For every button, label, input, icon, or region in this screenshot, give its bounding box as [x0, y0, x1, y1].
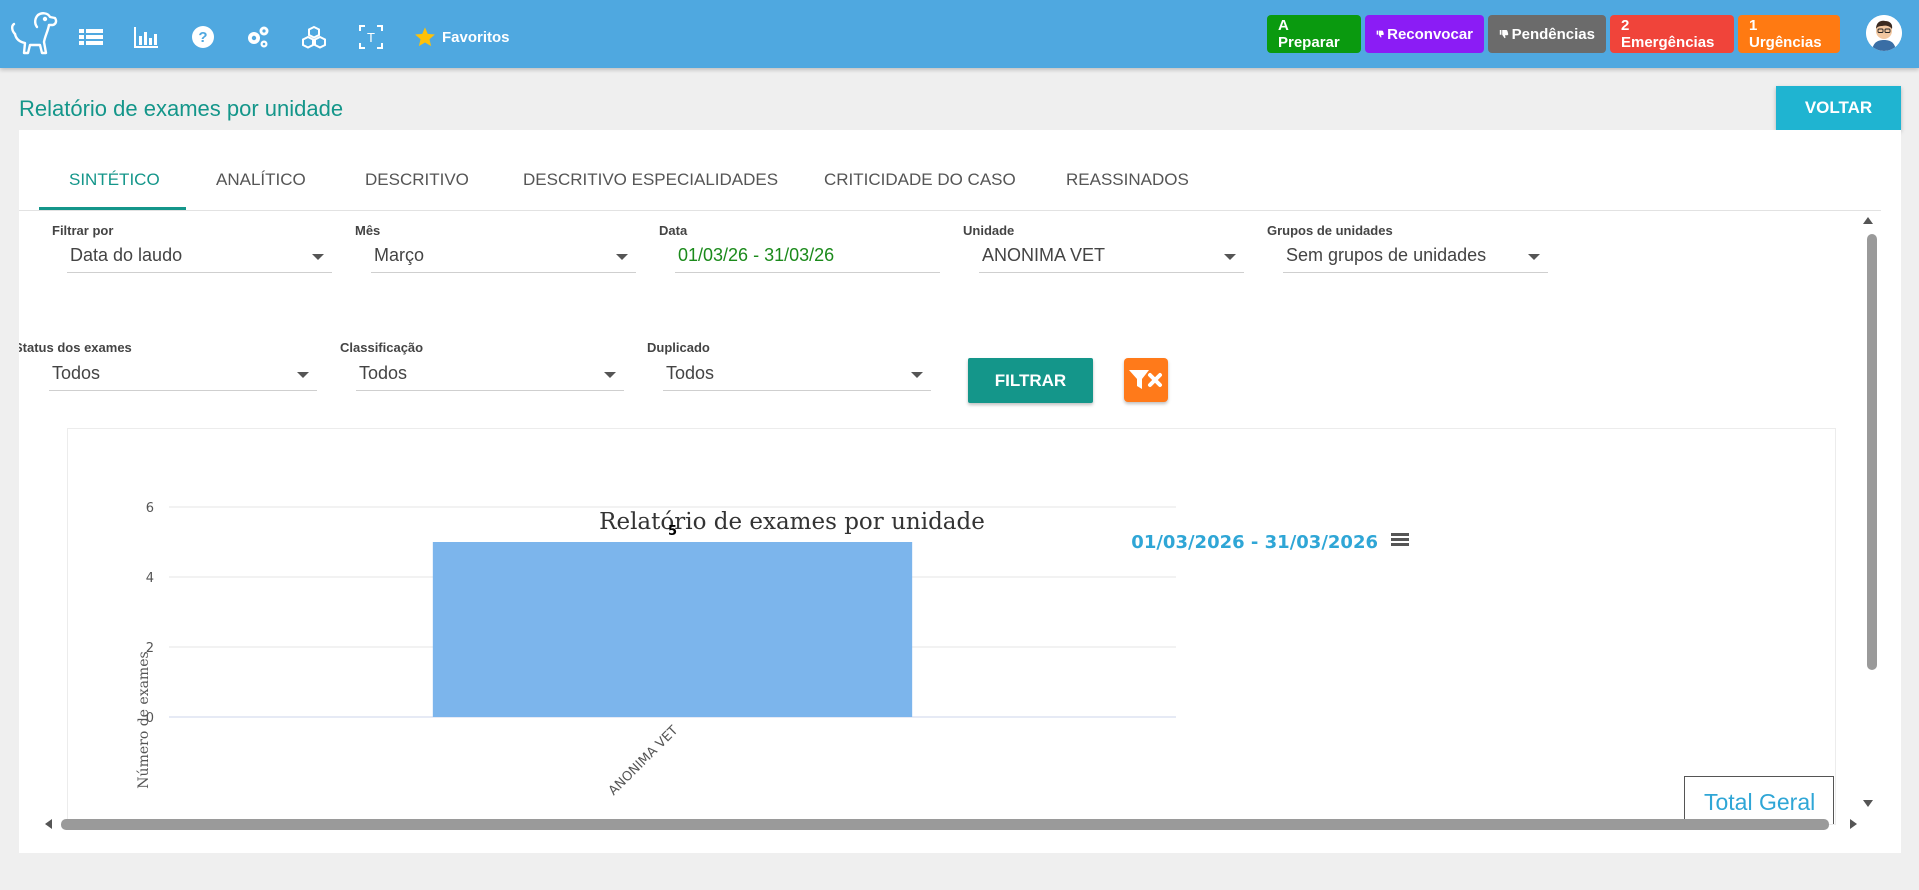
tab-sintetico[interactable]: SINTÉTICO [69, 170, 160, 190]
cubes-icon[interactable] [301, 24, 327, 50]
user-avatar[interactable] [1866, 15, 1902, 51]
unit-label: Unidade [963, 223, 1015, 238]
chevron-down-icon [297, 372, 309, 378]
dog-logo-icon[interactable] [8, 9, 60, 59]
text-frame-icon[interactable]: T [358, 24, 384, 50]
thumbs-down-icon [1376, 30, 1384, 38]
x-tick-label: ANONIMA VET [606, 723, 681, 798]
month-select[interactable]: Março [371, 243, 636, 273]
tab-analitico[interactable]: ANALÍTICO [216, 170, 306, 190]
bar-chart-icon[interactable] [133, 24, 159, 50]
duplicate-select[interactable]: Todos [663, 361, 931, 391]
filter-by-select[interactable]: Data do laudo [67, 243, 332, 273]
bar-data-label: 5 [668, 524, 677, 539]
y-tick-label: 6 [146, 501, 154, 516]
tab-bar: SINTÉTICO ANALÍTICO DESCRITIVO DESCRITIV… [19, 130, 1881, 211]
scroll-down-arrow[interactable] [1862, 799, 1874, 809]
menu-icon [1391, 533, 1409, 536]
tab-reassinados[interactable]: REASSINADOS [1066, 170, 1189, 190]
gears-icon[interactable] [245, 24, 271, 50]
status-label-clip: Status dos exames [19, 340, 179, 360]
tab-descritivo[interactable]: DESCRITIVO [365, 170, 469, 190]
chevron-down-icon [1224, 254, 1236, 260]
exam-status-select[interactable]: Todos [49, 361, 317, 391]
report-card: SINTÉTICO ANALÍTICO DESCRITIVO DESCRITIV… [19, 130, 1901, 853]
unit-groups-label: Grupos de unidades [1267, 223, 1393, 238]
chevron-down-icon [1528, 254, 1540, 260]
active-tab-indicator [39, 207, 186, 210]
thumbs-down-icon [1499, 29, 1509, 39]
chevron-down-icon [604, 372, 616, 378]
chart-title: Relatório de exames por unidade [599, 509, 985, 535]
scroll-up-arrow[interactable] [1862, 215, 1874, 225]
svg-text:T: T [367, 30, 375, 45]
scroll-right-arrow[interactable] [1849, 818, 1859, 830]
select-value: Sem grupos de unidades [1286, 245, 1487, 265]
badge-label: 1 Urgências [1749, 17, 1822, 51]
date-range-input[interactable]: 01/03/26 - 31/03/26 [675, 243, 940, 273]
chevron-down-icon [616, 254, 628, 260]
badge-label: A Preparar [1278, 17, 1340, 51]
clear-filters-button[interactable] [1124, 358, 1168, 402]
chart-subtitle: 01/03/2026 - 31/03/2026 [1131, 532, 1378, 553]
chevron-down-icon [312, 254, 324, 260]
badge-urgencias[interactable]: 1 Urgências [1738, 15, 1840, 53]
unit-select[interactable]: ANONIMA VET [979, 243, 1244, 273]
bar-0[interactable] [432, 542, 913, 717]
month-label: Mês [355, 223, 381, 238]
list-icon[interactable] [78, 24, 104, 50]
duplicate-label: Duplicado [647, 340, 710, 355]
select-value: Todos [666, 363, 715, 383]
vertical-scrollbar-thumb[interactable] [1867, 234, 1877, 670]
select-value: Todos [359, 363, 408, 383]
filter-button[interactable]: FILTRAR [968, 358, 1093, 403]
select-value: Todos [52, 363, 101, 383]
status-badges: A Preparar Reconvocar Pendências 2 Emerg… [1267, 15, 1840, 53]
chevron-down-icon [911, 372, 923, 378]
bar-chart: Relatório de exames por unidade 01/03/20… [136, 501, 1409, 799]
back-button[interactable]: VOLTAR [1776, 86, 1901, 130]
badge-label: 2 Emergências [1621, 17, 1715, 51]
chart-container: Relatório de exames por unidade 01/03/20… [67, 428, 1836, 825]
badge-pendencias[interactable]: Pendências [1488, 15, 1606, 53]
filter-clear-icon [1129, 370, 1162, 389]
date-label: Data [659, 223, 688, 238]
y-tick-label: 2 [146, 641, 154, 656]
y-tick-label: 4 [146, 571, 154, 586]
unit-groups-select[interactable]: Sem grupos de unidades [1283, 243, 1548, 273]
classification-label: Classificação [340, 340, 424, 355]
chart-menu-button[interactable] [1389, 531, 1409, 549]
exam-status-label: Status dos exames [19, 340, 132, 355]
top-navbar: ? T Favoritos A Preparar Reconvocar Pend… [0, 0, 1919, 68]
select-value: Data do laudo [70, 245, 183, 265]
date-range-value: 01/03/26 - 31/03/26 [678, 245, 835, 265]
select-value: ANONIMA VET [982, 245, 1106, 265]
badge-label: Reconvocar [1387, 25, 1473, 43]
filter-by-label: Filtrar por [52, 223, 114, 238]
favorites-link[interactable]: Favoritos [414, 26, 510, 48]
page-title: Relatório de exames por unidade [19, 96, 344, 121]
horizontal-scrollbar-thumb[interactable] [61, 819, 1829, 830]
total-title: Total Geral [1704, 789, 1816, 815]
badge-a-preparar[interactable]: A Preparar [1267, 15, 1361, 53]
scroll-left-arrow[interactable] [43, 818, 53, 830]
classification-select[interactable]: Todos [356, 361, 624, 391]
favorites-label: Favoritos [442, 28, 510, 46]
tab-descritivo-especialidades[interactable]: DESCRITIVO ESPECIALIDADES [523, 170, 778, 190]
total-summary-box: Total Geral 5 OT4 DX1 [1684, 776, 1834, 824]
y-tick-label: 0 [146, 711, 154, 726]
tab-criticidade-do-caso[interactable]: CRITICIDADE DO CASO [824, 170, 1016, 190]
star-icon [415, 27, 435, 47]
svg-text:?: ? [198, 29, 207, 46]
select-value: Março [374, 245, 425, 265]
badge-emergencias[interactable]: 2 Emergências [1610, 15, 1734, 53]
badge-reconvocar[interactable]: Reconvocar [1365, 15, 1484, 53]
help-icon[interactable]: ? [190, 24, 216, 50]
badge-label: Pendências [1511, 25, 1595, 43]
avatar-icon [1866, 15, 1902, 51]
